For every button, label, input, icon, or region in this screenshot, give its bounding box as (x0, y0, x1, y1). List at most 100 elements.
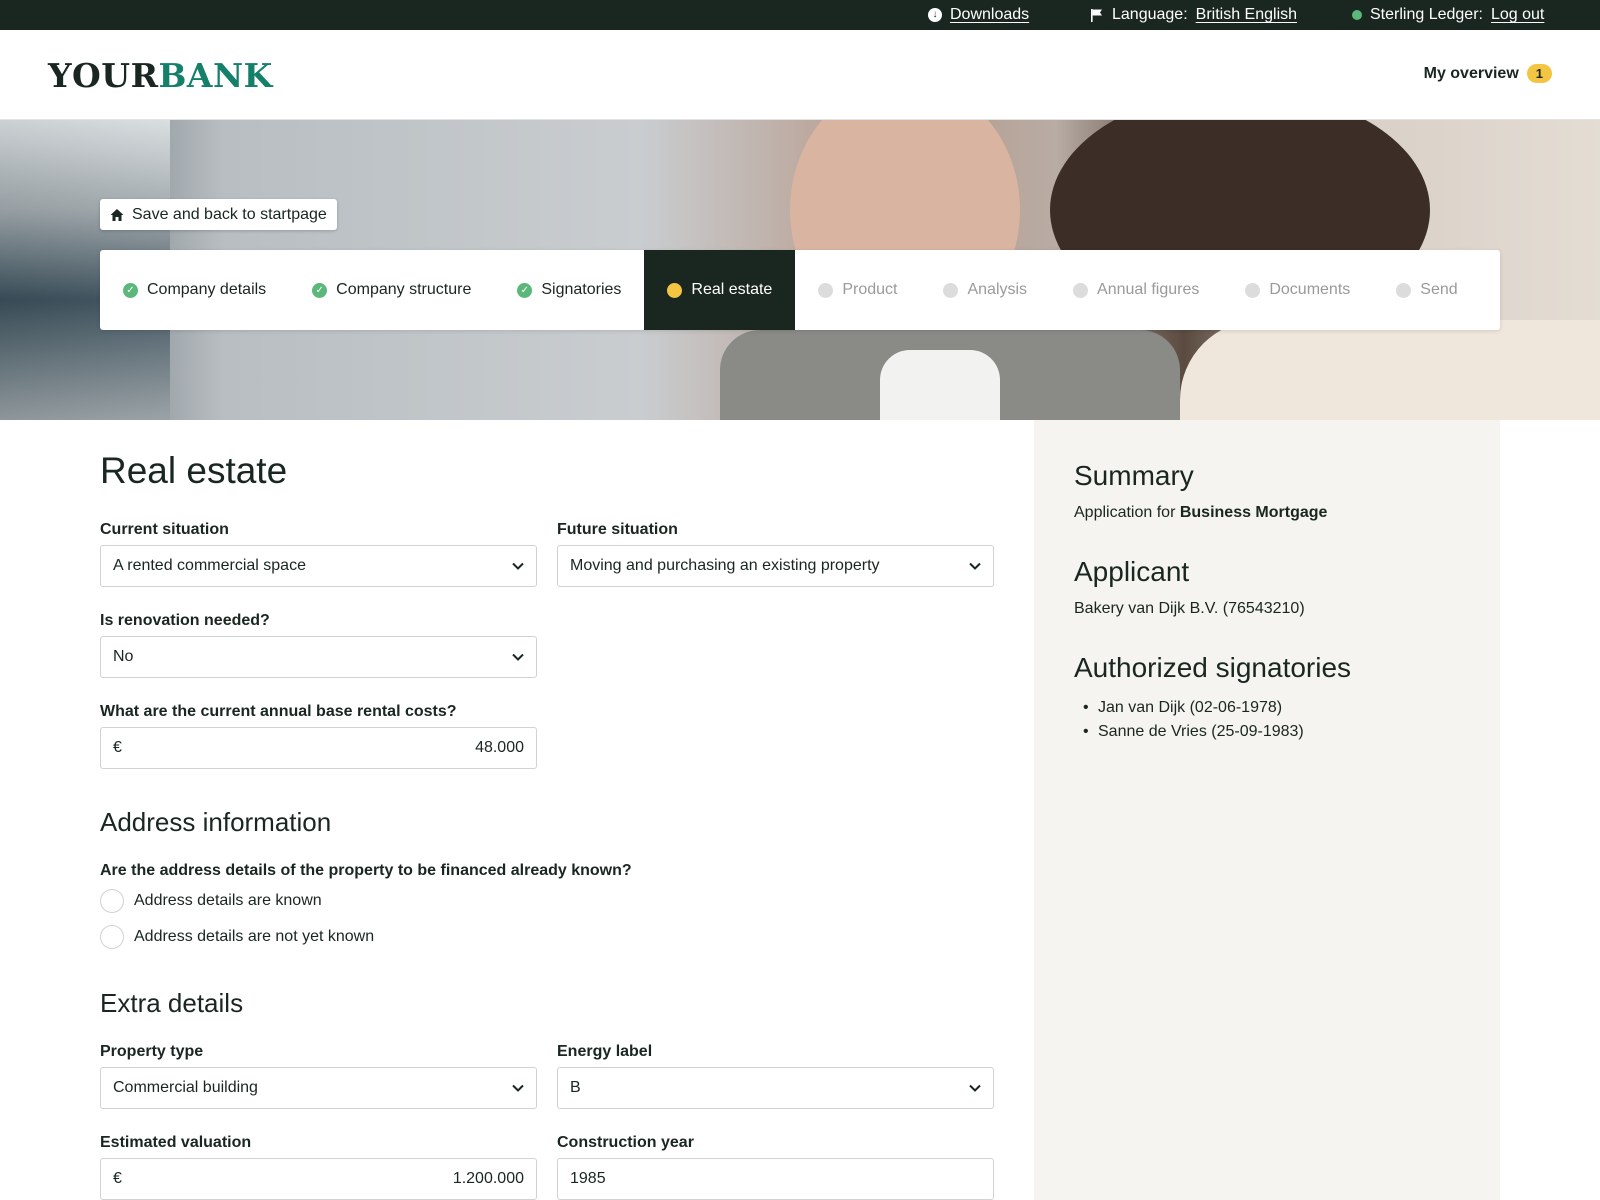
current-situation-field: Current situation A rented commercial sp… (100, 521, 537, 587)
energy-label-value: B (570, 1079, 581, 1096)
step-annual-figures[interactable]: Annual figures (1050, 250, 1222, 330)
pending-step-icon (818, 282, 834, 298)
step-label: Company details (147, 281, 267, 298)
logo-part-1: YOUR (48, 56, 159, 95)
construction-year-field: Construction year 1985 (557, 1134, 994, 1200)
list-item: Sanne de Vries (25-09-1983) (1074, 720, 1460, 744)
chevron-down-icon (969, 562, 981, 570)
valuation-field: Estimated valuation € 1.200.000 (100, 1134, 537, 1200)
hero-person-shirt (880, 350, 1000, 420)
future-situation-value: Moving and purchasing an existing proper… (570, 557, 880, 574)
save-and-back-button[interactable]: Save and back to startpage (100, 199, 337, 230)
yourbank-logo[interactable]: YOURBANK (48, 56, 273, 95)
energy-label-field: Energy label B (557, 1043, 994, 1109)
currency-symbol: € (113, 739, 122, 756)
property-type-select[interactable]: Commercial building (100, 1067, 537, 1109)
current-situation-select[interactable]: A rented commercial space (100, 545, 537, 587)
valuation-label: Estimated valuation (100, 1134, 252, 1151)
extra-section-title: Extra details (100, 988, 244, 1018)
step-company-details[interactable]: ✓ Company details (100, 250, 289, 330)
construction-year-value: 1985 (570, 1170, 606, 1187)
current-situation-label: Current situation (100, 521, 229, 538)
step-send[interactable]: Send (1373, 250, 1480, 330)
future-situation-field: Future situation Moving and purchasing a… (557, 521, 994, 587)
construction-year-input[interactable]: 1985 (557, 1158, 994, 1200)
applicant-title: Applicant (1074, 556, 1190, 587)
chevron-down-icon (512, 1084, 524, 1092)
property-type-field: Property type Commercial building (100, 1043, 537, 1109)
downloads-link[interactable]: ↓ Downloads (928, 0, 1029, 30)
valuation-value: 1.200.000 (452, 1170, 524, 1187)
check-icon: ✓ (123, 282, 138, 298)
pending-step-icon (1245, 282, 1261, 298)
hero-person-shoulder (1180, 320, 1600, 420)
valuation-input[interactable]: € 1.200.000 (100, 1158, 537, 1200)
step-label: Company structure (336, 281, 472, 298)
signatories-title: Authorized signatories (1074, 652, 1352, 683)
future-situation-label: Future situation (557, 521, 678, 538)
download-icon: ↓ (928, 8, 942, 22)
radio-address-unknown[interactable]: Address details are not yet known (100, 925, 374, 949)
pending-step-icon (1073, 282, 1089, 298)
step-company-structure[interactable]: ✓ Company structure (289, 250, 494, 330)
rental-costs-input[interactable]: € 48.000 (100, 727, 537, 769)
logout-link[interactable]: Log out (1491, 6, 1544, 24)
overview-count-badge: 1 (1526, 64, 1552, 83)
step-label: Analysis (967, 281, 1028, 298)
check-icon: ✓ (517, 282, 533, 298)
step-label: Send (1420, 281, 1458, 298)
step-label: Annual figures (1097, 281, 1200, 298)
progress-stepper: ✓ Company details ✓ Company structure ✓ Sig… (100, 250, 1500, 330)
chevron-down-icon (969, 1084, 981, 1092)
summary-panel: Summary Application for Business Mortgag… (1034, 420, 1500, 1200)
status-online-icon (1352, 10, 1362, 20)
current-situation-value: A rented commercial space (113, 557, 306, 574)
application-product: Business Mortgage (1179, 504, 1328, 521)
signatories-list: Jan van Dijk (02-06-1978) Sanne de Vries… (1074, 696, 1460, 744)
pending-step-icon (1396, 282, 1412, 298)
top-utility-bar: ↓ Downloads Language: British English St… (0, 0, 1600, 30)
property-type-label: Property type (100, 1043, 204, 1060)
step-real-estate[interactable]: Real estate (644, 250, 796, 330)
user-name: Sterling Ledger: (1370, 6, 1483, 23)
site-header: YOURBANK My overview 1 (0, 30, 1600, 120)
current-step-icon (667, 282, 683, 298)
application-line: Application for Business Mortgage (1074, 504, 1460, 522)
step-product[interactable]: Product (795, 250, 920, 330)
language-label: Language: (1112, 6, 1188, 23)
rental-costs-field: What are the current annual base rental … (100, 703, 537, 769)
radio-button[interactable] (100, 889, 124, 913)
step-documents[interactable]: Documents (1222, 250, 1373, 330)
renovation-label: Is renovation needed? (100, 612, 270, 629)
step-label: Real estate (691, 281, 773, 298)
language-selector[interactable]: Language: British English (1090, 0, 1297, 30)
future-situation-select[interactable]: Moving and purchasing an existing proper… (557, 545, 994, 587)
application-prefix: Application for (1074, 504, 1176, 521)
radio-label: Address details are known (134, 892, 322, 909)
chevron-down-icon (512, 653, 524, 661)
applicant-name: Bakery van Dijk B.V. (76543210) (1074, 600, 1305, 617)
radio-button[interactable] (100, 925, 124, 949)
language-value[interactable]: British English (1196, 6, 1297, 24)
construction-year-label: Construction year (557, 1134, 694, 1151)
downloads-label[interactable]: Downloads (950, 6, 1029, 24)
step-label: Signatories (541, 281, 622, 298)
radio-label: Address details are not yet known (134, 928, 375, 945)
step-signatories[interactable]: ✓ Signatories (494, 250, 644, 330)
renovation-value: No (113, 648, 134, 665)
renovation-select[interactable]: No (100, 636, 537, 678)
energy-label-select[interactable]: B (557, 1067, 994, 1109)
property-type-value: Commercial building (113, 1079, 258, 1096)
step-analysis[interactable]: Analysis (920, 250, 1050, 330)
my-overview-link[interactable]: My overview 1 (1424, 64, 1552, 83)
user-session: Sterling Ledger: Log out (1352, 0, 1544, 30)
check-icon: ✓ (312, 282, 328, 298)
logo-part-2: BANK (158, 56, 273, 95)
rental-costs-value: 48.000 (475, 739, 524, 756)
save-and-back-label: Save and back to startpage (132, 205, 327, 223)
summary-title: Summary (1074, 460, 1194, 491)
radio-address-known[interactable]: Address details are known (100, 889, 322, 913)
currency-symbol: € (113, 1170, 122, 1187)
my-overview-label: My overview (1423, 64, 1519, 82)
address-section-title: Address information (100, 807, 332, 837)
